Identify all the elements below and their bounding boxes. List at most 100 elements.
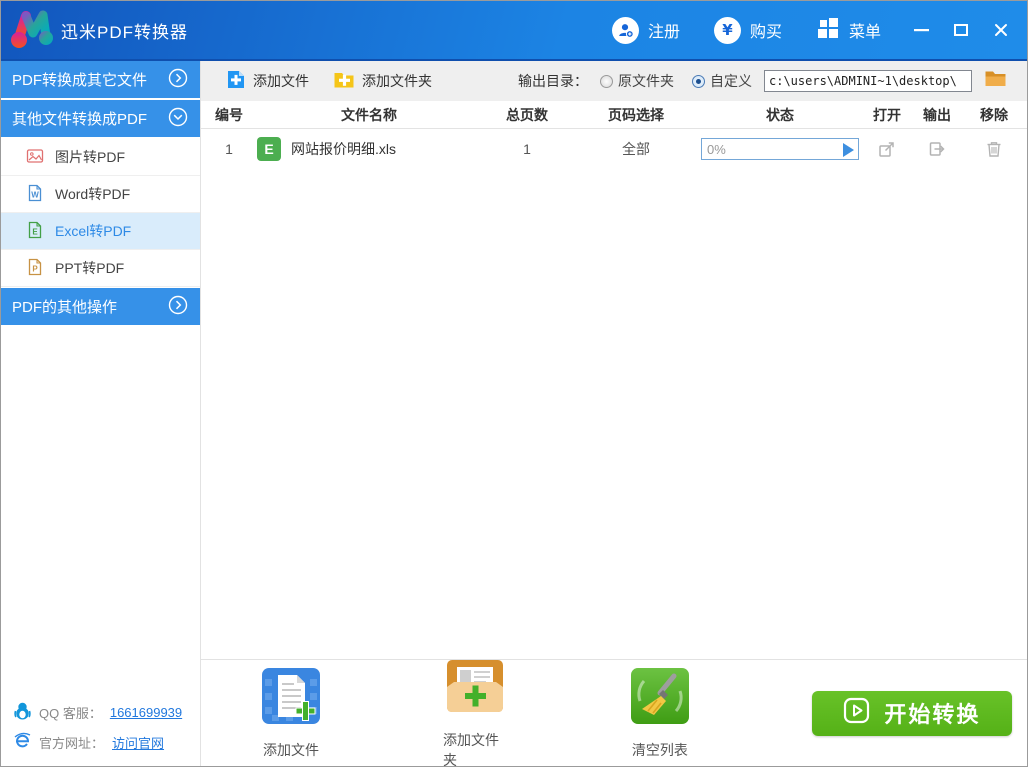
col-header-filename: 文件名称 [341,106,397,123]
chevron-down-circle-icon [168,107,188,131]
file-name: 网站报价明细.xls [291,141,396,157]
progress-bar: 0% [701,138,859,160]
group-label: 其他文件转换成PDF [12,111,148,128]
col-header-open: 打开 [873,106,901,123]
menu-grid-icon [816,16,840,45]
add-file-label: 添加文件 [253,73,309,89]
sidebar-item-excel-to-pdf[interactable]: E Excel转PDF [1,213,200,250]
footer-add-file-label: 添加文件 [263,741,319,758]
register-label: 注册 [647,24,680,41]
progress-value: 0% [707,141,726,157]
add-file-large-icon [261,667,321,730]
excel-doc-icon: E [26,221,44,242]
chevron-right-circle-icon [168,68,188,92]
start-play-icon [843,697,870,729]
window-controls [905,15,1017,45]
col-header-remove: 移除 [980,106,1008,123]
output-path-input[interactable] [764,70,972,92]
sidebar-group-pdf-other-ops[interactable]: PDF的其他操作 [1,288,200,325]
footer-add-file-button[interactable]: 添加文件 [261,667,321,760]
official-site-label: 官方网址： [39,735,105,751]
group-label: PDF的其他操作 [12,299,118,316]
browse-folder-icon[interactable] [984,69,1007,93]
start-convert-button[interactable]: 开始转换 [811,690,1012,736]
item-label: 图片转PDF [55,149,125,165]
add-folder-icon [333,70,355,92]
radio-original-label: 原文件夹 [618,73,674,89]
sidebar-item-image-to-pdf[interactable]: 图片转PDF [1,139,200,176]
total-pages: 1 [523,141,531,157]
register-button[interactable]: 注册 [611,16,680,44]
close-button[interactable] [985,15,1017,45]
output-dir-group: 输出目录： 原文件夹 自定义 [518,69,1007,93]
menu-button[interactable]: 菜单 [816,16,881,45]
col-header-pagerange: 页码选择 [608,106,664,123]
word-doc-icon: W [26,184,44,205]
start-convert-label: 开始转换 [884,702,981,727]
radio-custom-label: 自定义 [710,73,752,89]
clear-list-broom-icon [630,667,690,730]
remove-file-icon[interactable] [961,140,1027,158]
svg-text:P: P [32,264,38,273]
qq-service-label: QQ 客服： [39,706,102,721]
minimize-button[interactable] [905,15,937,45]
sidebar-group-pdf-to-other[interactable]: PDF转换成其它文件 [1,61,200,98]
add-folder-button[interactable]: 添加文件夹 [333,70,432,92]
col-header-pages: 总页数 [506,106,548,123]
open-file-icon[interactable] [861,140,913,158]
col-header-output: 输出 [923,106,951,123]
row-number: 1 [225,141,233,157]
svg-text:E: E [32,227,38,236]
footer-bar: 添加文件 添加文件夹 清空列表 开始转换 [201,657,1027,767]
footer-clear-list-button[interactable]: 清空列表 [630,667,690,760]
item-label: Excel转PDF [55,223,132,239]
excel-file-badge: E [257,137,281,161]
radio-original-circle[interactable] [600,74,613,88]
page-range[interactable]: 全部 [573,139,699,159]
chevron-right-circle-icon [168,295,188,319]
content-area: 添加文件 添加文件夹 输出目录： 原文件夹 自定义 c:\users\ADMIN… [201,61,1027,767]
footer-add-folder-label: 添加文件夹 [443,731,499,767]
official-site-link[interactable]: 访问官网 [112,733,164,752]
radio-custom[interactable]: 自定义 [692,71,752,91]
titlebar: 迅米PDF转换器 注册 ¥ 购买 菜单 [1,1,1027,61]
app-window: 迅米PDF转换器 注册 ¥ 购买 菜单 PDF转换成其它文件 其他文件转换成PD… [0,0,1028,767]
add-file-icon [226,69,246,93]
output-file-icon[interactable] [913,140,961,158]
row-play-icon[interactable] [843,143,854,157]
yuan-symbol: ¥ [722,21,733,39]
add-folder-large-icon [445,657,505,720]
register-user-icon [611,16,639,44]
ppt-doc-icon: P [26,258,44,279]
menu-label: 菜单 [848,24,881,41]
qq-number-link[interactable]: 1661699939 [110,705,182,720]
status-cell: 0% [699,138,861,160]
output-dir-label: 输出目录： [518,73,588,89]
toolbar: 添加文件 添加文件夹 输出目录： 原文件夹 自定义 c:\users\ADMIN… [201,61,1027,101]
ie-browser-icon [14,732,31,752]
radio-original-folder[interactable]: 原文件夹 [600,71,674,91]
image-icon [26,147,44,168]
buy-button[interactable]: ¥ 购买 [713,16,782,44]
add-file-button[interactable]: 添加文件 [226,69,309,93]
qq-penguin-icon [14,702,31,723]
sidebar-footer: QQ 客服： 1661699939 官方网址： 访问官网 [1,693,200,766]
maximize-button[interactable] [945,15,977,45]
footer-add-folder-button[interactable]: 添加文件夹 [443,657,508,767]
add-folder-label: 添加文件夹 [362,73,432,89]
col-header-status: 状态 [766,106,794,123]
col-header-no: 编号 [215,106,243,123]
svg-text:W: W [31,190,39,199]
sidebar-item-ppt-to-pdf[interactable]: P PPT转PDF [1,250,200,287]
table-row: 1 E 网站报价明细.xls 1 全部 0% [201,129,1027,169]
group-label: PDF转换成其它文件 [12,72,148,89]
footer-clear-list-label: 清空列表 [631,741,688,758]
item-label: Word转PDF [55,186,131,202]
buy-label: 购买 [749,24,782,41]
table-header: 编号 文件名称 总页数 页码选择 状态 打开 输出 移除 [201,101,1027,129]
file-list-empty-area [201,169,1027,659]
sidebar-item-word-to-pdf[interactable]: W Word转PDF [1,176,200,213]
radio-custom-circle[interactable] [692,74,705,88]
app-title: 迅米PDF转换器 [61,22,188,42]
sidebar-group-other-to-pdf[interactable]: 其他文件转换成PDF [1,100,200,137]
